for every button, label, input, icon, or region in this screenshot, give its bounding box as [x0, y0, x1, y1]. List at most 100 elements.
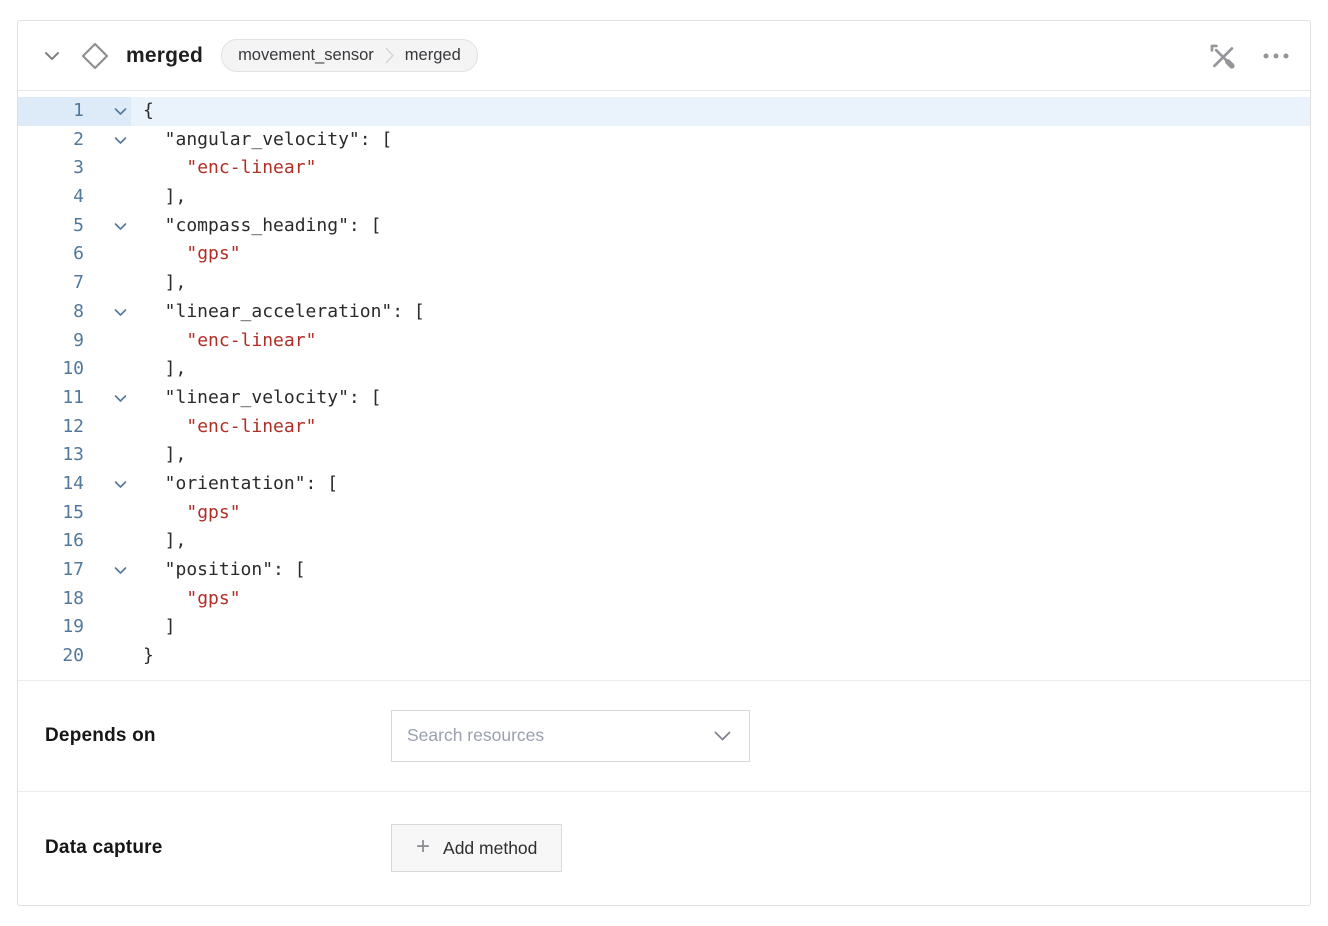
code-line-content[interactable]: } — [131, 642, 1310, 671]
code-line[interactable]: 17 "position": [ — [18, 556, 1310, 585]
code-line-content[interactable]: "compass_heading": [ — [131, 212, 1310, 241]
code-line[interactable]: 3 "enc-linear" — [18, 154, 1310, 183]
line-number: 3 — [18, 154, 84, 183]
line-number: 4 — [18, 183, 84, 212]
code-line-content[interactable]: "gps" — [131, 240, 1310, 269]
code-line[interactable]: 15 "gps" — [18, 499, 1310, 528]
line-gutter: 9 — [18, 327, 131, 356]
code-line-content[interactable]: ], — [131, 441, 1310, 470]
code-line-content[interactable]: ], — [131, 527, 1310, 556]
line-gutter: 2 — [18, 126, 131, 155]
line-number: 18 — [18, 585, 84, 614]
line-number: 7 — [18, 269, 84, 298]
code-line[interactable]: 2 "angular_velocity": [ — [18, 126, 1310, 155]
code-line-content[interactable]: ], — [131, 355, 1310, 384]
code-line[interactable]: 7 ], — [18, 269, 1310, 298]
code-line-content[interactable]: "linear_acceleration": [ — [131, 298, 1310, 327]
code-line-content[interactable]: "angular_velocity": [ — [131, 126, 1310, 155]
header-actions — [1208, 42, 1290, 70]
depends-on-label: Depends on — [45, 725, 391, 747]
code-editor[interactable]: 1 { 2 "angular_velocity": [ 3 "enc-linea… — [18, 91, 1310, 680]
line-number: 16 — [18, 527, 84, 556]
fold-chevron-icon[interactable] — [84, 480, 131, 489]
breadcrumb-model: merged — [405, 46, 461, 65]
line-number: 2 — [18, 126, 84, 155]
line-gutter: 3 — [18, 154, 131, 183]
line-gutter: 16 — [18, 527, 131, 556]
code-line-content[interactable]: ], — [131, 183, 1310, 212]
code-line-content[interactable]: "position": [ — [131, 556, 1310, 585]
tools-icon[interactable] — [1208, 42, 1236, 70]
code-line[interactable]: 12 "enc-linear" — [18, 413, 1310, 442]
code-line-content[interactable]: ] — [131, 613, 1310, 642]
fold-chevron-icon[interactable] — [84, 136, 131, 145]
line-number: 6 — [18, 240, 84, 269]
line-gutter: 15 — [18, 499, 131, 528]
collapse-chevron-icon[interactable] — [44, 51, 60, 61]
code-line[interactable]: 16 ], — [18, 527, 1310, 556]
line-gutter: 6 — [18, 240, 131, 269]
line-gutter: 18 — [18, 585, 131, 614]
code-line-content[interactable]: "enc-linear" — [131, 413, 1310, 442]
line-gutter: 17 — [18, 556, 131, 585]
code-line[interactable]: 14 "orientation": [ — [18, 470, 1310, 499]
code-line-content[interactable]: "enc-linear" — [131, 154, 1310, 183]
line-number: 5 — [18, 212, 84, 241]
code-line[interactable]: 9 "enc-linear" — [18, 327, 1310, 356]
line-gutter: 13 — [18, 441, 131, 470]
line-gutter: 4 — [18, 183, 131, 212]
line-number: 15 — [18, 499, 84, 528]
chevron-right-icon — [385, 47, 394, 64]
card-header: merged movement_sensor merged — [18, 21, 1310, 91]
ellipsis-menu-icon[interactable] — [1262, 42, 1290, 70]
resource-card: merged movement_sensor merged — [17, 20, 1311, 906]
fold-chevron-icon[interactable] — [84, 107, 131, 116]
line-number: 17 — [18, 556, 84, 585]
code-line[interactable]: 11 "linear_velocity": [ — [18, 384, 1310, 413]
line-number: 20 — [18, 642, 84, 671]
code-line[interactable]: 20 } — [18, 642, 1310, 671]
component-diamond-icon — [80, 41, 110, 71]
code-line[interactable]: 10 ], — [18, 355, 1310, 384]
search-resources-placeholder: Search resources — [407, 725, 714, 746]
fold-chevron-icon[interactable] — [84, 566, 131, 575]
code-line-content[interactable]: ], — [131, 269, 1310, 298]
code-line[interactable]: 19 ] — [18, 613, 1310, 642]
line-number: 12 — [18, 413, 84, 442]
code-line[interactable]: 4 ], — [18, 183, 1310, 212]
fold-chevron-icon[interactable] — [84, 308, 131, 317]
line-number: 19 — [18, 613, 84, 642]
fold-chevron-icon[interactable] — [84, 394, 131, 403]
plus-icon: + — [416, 835, 430, 859]
code-line[interactable]: 8 "linear_acceleration": [ — [18, 298, 1310, 327]
line-gutter: 19 — [18, 613, 131, 642]
line-number: 10 — [18, 355, 84, 384]
line-number: 9 — [18, 327, 84, 356]
search-resources-select[interactable]: Search resources — [391, 710, 750, 762]
code-line[interactable]: 18 "gps" — [18, 585, 1310, 614]
line-gutter: 8 — [18, 298, 131, 327]
code-line[interactable]: 1 { — [18, 97, 1310, 126]
add-method-label: Add method — [443, 838, 537, 859]
depends-on-section: Depends on Search resources — [18, 680, 1310, 791]
code-line-content[interactable]: "enc-linear" — [131, 327, 1310, 356]
line-gutter: 20 — [18, 642, 131, 671]
line-number: 13 — [18, 441, 84, 470]
fold-chevron-icon[interactable] — [84, 222, 131, 231]
code-line-content[interactable]: "gps" — [131, 499, 1310, 528]
line-gutter: 5 — [18, 212, 131, 241]
code-line-content[interactable]: "linear_velocity": [ — [131, 384, 1310, 413]
code-line[interactable]: 5 "compass_heading": [ — [18, 212, 1310, 241]
code-line-content[interactable]: { — [131, 97, 1310, 126]
code-line[interactable]: 13 ], — [18, 441, 1310, 470]
line-number: 11 — [18, 384, 84, 413]
code-line-content[interactable]: "gps" — [131, 585, 1310, 614]
line-number: 14 — [18, 470, 84, 499]
line-number: 8 — [18, 298, 84, 327]
data-capture-section: Data capture + Add method — [18, 791, 1310, 905]
line-gutter: 12 — [18, 413, 131, 442]
line-gutter: 1 — [18, 97, 131, 126]
add-method-button[interactable]: + Add method — [391, 824, 562, 872]
code-line[interactable]: 6 "gps" — [18, 240, 1310, 269]
code-line-content[interactable]: "orientation": [ — [131, 470, 1310, 499]
